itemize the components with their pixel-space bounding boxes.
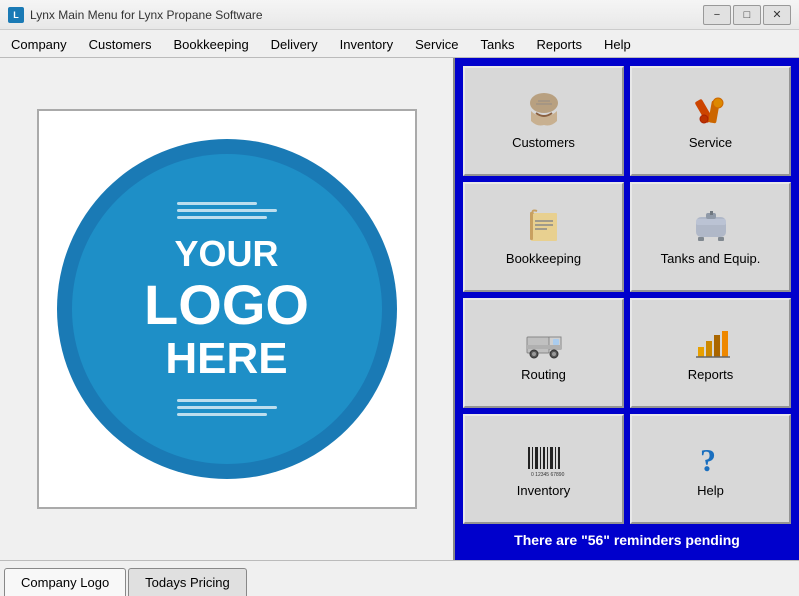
handshake-icon — [523, 93, 565, 129]
left-panel: YOUR LOGO HERE — [0, 58, 455, 560]
truck-icon — [523, 325, 565, 361]
logo-line — [177, 216, 267, 219]
title-bar-left: L Lynx Main Menu for Lynx Propane Softwa… — [8, 7, 263, 23]
reminders-text: There are "56" reminders pending — [463, 524, 791, 552]
help-button[interactable]: ? Help — [630, 414, 791, 524]
bookkeeping-label: Bookkeeping — [506, 251, 581, 266]
logo-line — [177, 413, 267, 416]
logo-circle-inner: YOUR LOGO HERE — [72, 154, 382, 464]
logo-your-text: YOUR — [144, 234, 309, 274]
minimize-button[interactable]: − — [703, 5, 731, 25]
restore-button[interactable]: □ — [733, 5, 761, 25]
right-panel: Customers Service — [455, 58, 799, 560]
help-label: Help — [697, 483, 724, 498]
logo-logo-text: LOGO — [144, 274, 309, 336]
service-label: Service — [689, 135, 732, 150]
tanks-button[interactable]: Tanks and Equip. — [630, 182, 791, 292]
menu-help[interactable]: Help — [593, 30, 642, 57]
reports-label: Reports — [688, 367, 734, 382]
bookkeeping-button[interactable]: Bookkeeping — [463, 182, 624, 292]
logo-line — [177, 209, 277, 212]
menu-customers[interactable]: Customers — [78, 30, 163, 57]
menu-bookkeeping[interactable]: Bookkeeping — [163, 30, 260, 57]
logo-text: YOUR LOGO HERE — [144, 234, 309, 384]
customers-button[interactable]: Customers — [463, 66, 624, 176]
barcode-icon: 0 12345 67890 — [523, 441, 565, 477]
help-icon: ? — [690, 441, 732, 477]
menu-delivery[interactable]: Delivery — [260, 30, 329, 57]
service-button[interactable]: Service — [630, 66, 791, 176]
grid-buttons: Customers Service — [463, 66, 791, 524]
tanks-label: Tanks and Equip. — [661, 251, 761, 266]
logo-line — [177, 399, 257, 402]
menu-inventory[interactable]: Inventory — [329, 30, 404, 57]
menu-bar: Company Customers Bookkeeping Delivery I… — [0, 30, 799, 58]
tanks-icon — [690, 209, 732, 245]
menu-reports[interactable]: Reports — [525, 30, 593, 57]
inventory-button[interactable]: 0 12345 67890 Inventory — [463, 414, 624, 524]
title-bar: L Lynx Main Menu for Lynx Propane Softwa… — [0, 0, 799, 30]
reports-button[interactable]: Reports — [630, 298, 791, 408]
main-content: YOUR LOGO HERE — [0, 58, 799, 560]
menu-service[interactable]: Service — [404, 30, 469, 57]
inventory-label: Inventory — [517, 483, 570, 498]
routing-button[interactable]: Routing — [463, 298, 624, 408]
window-title: Lynx Main Menu for Lynx Propane Software — [30, 8, 263, 22]
logo-line — [177, 406, 277, 409]
reports-icon — [690, 325, 732, 361]
svg-text:0 12345 67890: 0 12345 67890 — [531, 472, 565, 477]
logo-container: YOUR LOGO HERE — [37, 109, 417, 509]
tab-todays-pricing[interactable]: Todays Pricing — [128, 568, 247, 596]
logo-line — [177, 202, 257, 205]
menu-company[interactable]: Company — [0, 30, 78, 57]
app-icon: L — [8, 7, 24, 23]
customers-label: Customers — [512, 135, 575, 150]
logo-lines-bottom — [177, 399, 277, 416]
logo-lines-top — [177, 202, 277, 219]
routing-label: Routing — [521, 367, 566, 382]
logo-circle-outer: YOUR LOGO HERE — [57, 139, 397, 479]
bottom-tabs: Company Logo Todays Pricing — [0, 560, 799, 596]
logo-here-text: HERE — [144, 335, 309, 383]
bookkeeping-icon — [523, 209, 565, 245]
wrench-icon — [690, 93, 732, 129]
menu-tanks[interactable]: Tanks — [469, 30, 525, 57]
svg-text:?: ? — [700, 442, 716, 477]
tab-company-logo[interactable]: Company Logo — [4, 568, 126, 596]
close-button[interactable]: ✕ — [763, 5, 791, 25]
title-bar-controls: − □ ✕ — [703, 5, 791, 25]
